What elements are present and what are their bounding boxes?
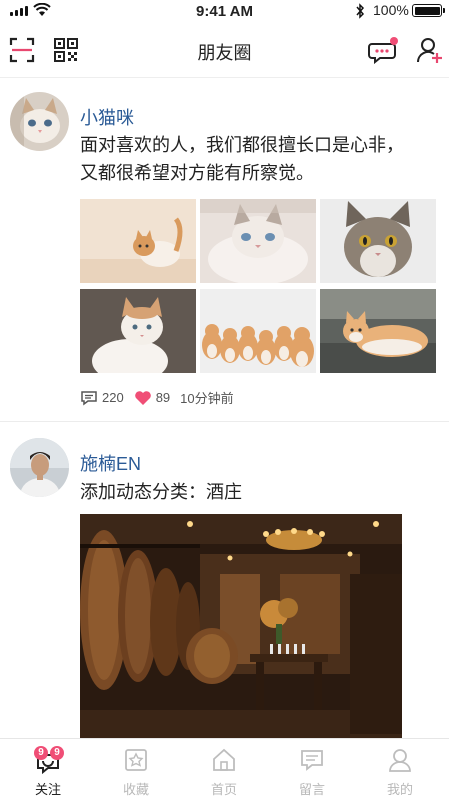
message-board-icon [301, 750, 323, 771]
post-image[interactable] [320, 199, 436, 283]
avatar[interactable] [10, 438, 69, 497]
heart-icon[interactable] [134, 390, 152, 406]
post-image[interactable] [80, 514, 436, 738]
post-image[interactable] [200, 289, 316, 373]
avatar[interactable] [10, 92, 69, 151]
badge-left: 9 [34, 746, 48, 760]
profile-icon [389, 749, 411, 772]
comment-count: 220 [102, 390, 124, 405]
post-divider [0, 421, 449, 422]
post-username[interactable]: 小猫咪 [80, 104, 134, 130]
post-meta: 220 89 10分钟前 [80, 388, 244, 407]
favorites-icon [125, 749, 147, 771]
battery-percent: 100% [373, 2, 409, 18]
bluetooth-icon [356, 3, 365, 19]
top-nav-bar: 朋友圈 [0, 22, 449, 78]
add-friend-icon[interactable] [416, 36, 444, 64]
tab-me[interactable]: 我的 [356, 739, 444, 800]
tab-messages[interactable]: 留言 [268, 739, 356, 800]
battery-icon [412, 4, 445, 17]
post-image[interactable] [320, 289, 436, 373]
tab-label: 首页 [210, 782, 237, 797]
tab-home[interactable]: 首页 [180, 739, 268, 800]
message-icon[interactable] [368, 36, 400, 64]
comment-icon[interactable] [80, 390, 98, 406]
post-text-line: 添加动态分类：酒庄 [80, 482, 242, 502]
post-image[interactable] [80, 199, 196, 283]
tab-label: 我的 [386, 782, 413, 797]
tab-label: 关注 [34, 782, 61, 797]
post-text: 面对喜欢的人，我们都很擅长口是心非， 又都很希望对方能有所察觉。 [80, 131, 404, 187]
home-icon [213, 748, 235, 771]
post-image[interactable] [80, 289, 196, 373]
bottom-tab-bar: 9 9 关注 收藏 首页 留言 我的 [0, 738, 449, 800]
badge-right: 9 [50, 746, 64, 760]
tab-label: 留言 [298, 782, 325, 797]
post-username[interactable]: 施楠EN [80, 450, 141, 476]
tab-favorites[interactable]: 收藏 [92, 739, 180, 800]
post-image[interactable] [200, 199, 316, 283]
status-bar: 9:41 AM 100% [0, 0, 449, 22]
post-text-line: 面对喜欢的人，我们都很擅长口是心非， [80, 135, 404, 155]
post-text: 添加动态分类：酒庄 [80, 478, 242, 506]
tab-follow[interactable]: 9 9 关注 [4, 739, 92, 800]
post-time: 10分钟前 [180, 391, 234, 406]
tab-label: 收藏 [122, 782, 149, 797]
like-count: 89 [155, 390, 171, 405]
post-text-line: 又都很希望对方能有所察觉。 [80, 163, 314, 183]
